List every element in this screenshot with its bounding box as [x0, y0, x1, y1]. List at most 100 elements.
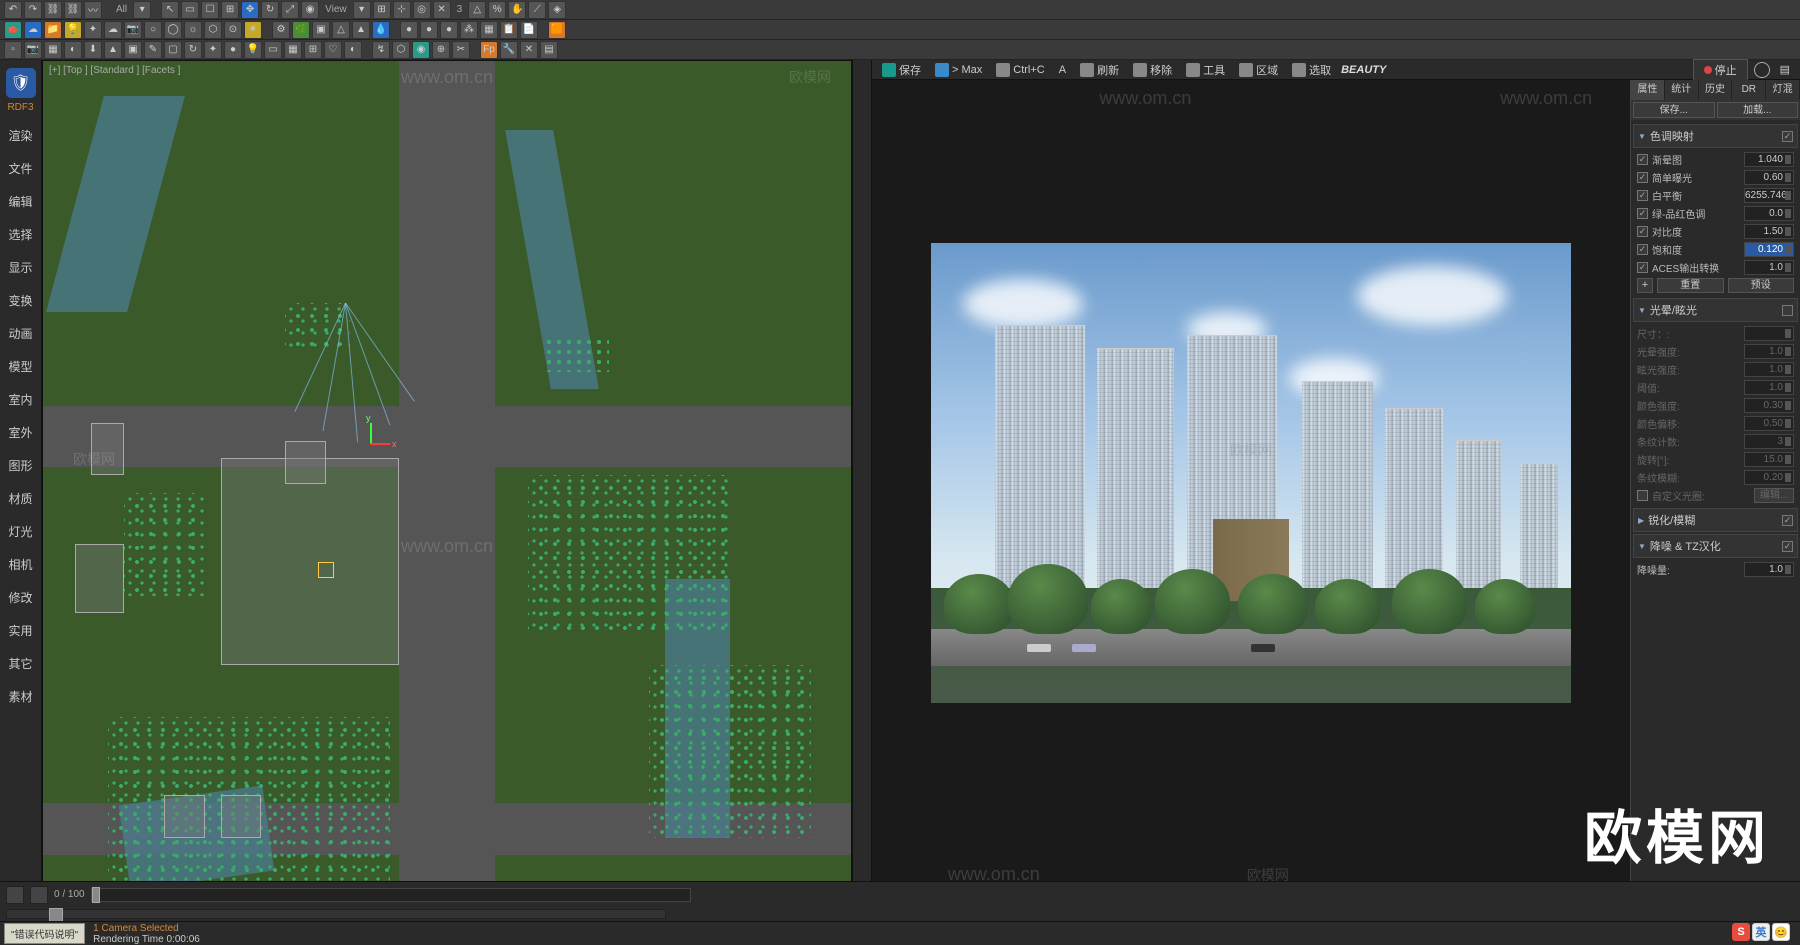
tb3-25[interactable]: ✕: [520, 41, 538, 59]
tb-rotate[interactable]: ↻: [261, 1, 279, 19]
tb-doc-icon[interactable]: 📄: [520, 21, 538, 39]
sidebar-item-camera[interactable]: 相机: [0, 548, 41, 581]
rt-save[interactable]: 保存: [878, 62, 925, 78]
checkbox[interactable]: [1637, 190, 1648, 201]
spinner[interactable]: 0.20: [1744, 470, 1794, 485]
tb3-fp[interactable]: Fp: [480, 41, 498, 59]
rollout-colormapping[interactable]: ▼ 色调映射: [1633, 124, 1798, 148]
spinner[interactable]: 15.0: [1744, 452, 1794, 467]
props-tab-attr[interactable]: 属性: [1631, 80, 1665, 100]
tb-water-icon[interactable]: 💧: [372, 21, 390, 39]
tb-sun-icon[interactable]: ☀: [244, 21, 262, 39]
tb-sphere-g[interactable]: ●: [420, 21, 438, 39]
tb-all-label[interactable]: All: [112, 4, 131, 15]
props-tab-stats[interactable]: 统计: [1665, 80, 1699, 100]
tb3-20[interactable]: ⬡: [392, 41, 410, 59]
add-button[interactable]: +: [1637, 278, 1653, 293]
rollout-checkbox[interactable]: [1782, 305, 1793, 316]
viewport-top[interactable]: [+] [Top ] [Standard ] [Facets ]: [42, 60, 852, 925]
tb-link[interactable]: ⛓: [44, 1, 62, 19]
checkbox[interactable]: [1637, 244, 1648, 255]
tb-axis[interactable]: ⊹: [393, 1, 411, 19]
timeline-marker[interactable]: [92, 887, 100, 903]
error-code-button[interactable]: "错误代码说明": [4, 923, 85, 944]
shield-icon[interactable]: [6, 68, 36, 98]
tb-center[interactable]: ◎: [413, 1, 431, 19]
tb-camera-icon[interactable]: 📷: [124, 21, 142, 39]
tb-sphere-b[interactable]: ●: [440, 21, 458, 39]
checkbox[interactable]: [1637, 208, 1648, 219]
checkbox[interactable]: [1637, 490, 1648, 501]
rollout-sharpen[interactable]: ▶ 锐化/模糊: [1633, 508, 1798, 532]
checkbox[interactable]: [1637, 226, 1648, 237]
tb3-10[interactable]: ↻: [184, 41, 202, 59]
tb-select-win[interactable]: ☐: [201, 1, 219, 19]
tb-rgb-icon[interactable]: ⁂: [460, 21, 478, 39]
tb-edge[interactable]: ⟋: [528, 1, 546, 19]
tb-three[interactable]: 3: [453, 4, 467, 15]
tb3-16[interactable]: ⊞: [304, 41, 322, 59]
tb3-22[interactable]: ⊕: [432, 41, 450, 59]
sidebar-item-shape[interactable]: 图形: [0, 449, 41, 482]
tb-light2-icon[interactable]: ✦: [84, 21, 102, 39]
tb3-26[interactable]: ▤: [540, 41, 558, 59]
tb3-17[interactable]: ♡: [324, 41, 342, 59]
rt-tools[interactable]: 工具: [1182, 62, 1229, 78]
sidebar-item-interior[interactable]: 室内: [0, 383, 41, 416]
spinner[interactable]: 0.0: [1744, 206, 1794, 221]
rt-an[interactable]: A: [1055, 64, 1070, 76]
rollout-checkbox[interactable]: [1782, 541, 1793, 552]
tb-obj2[interactable]: ◯: [164, 21, 182, 39]
spinner[interactable]: 1.0: [1744, 562, 1794, 577]
rt-ctrlc[interactable]: Ctrl+C: [992, 63, 1048, 77]
rt-refresh[interactable]: 刷新: [1076, 62, 1123, 78]
tb-box-icon[interactable]: ▣: [312, 21, 330, 39]
sidebar-item-display[interactable]: 显示: [0, 251, 41, 284]
timeline-prev[interactable]: [6, 886, 24, 904]
tb-grass-icon[interactable]: 🌿: [292, 21, 310, 39]
spinner[interactable]: [1744, 326, 1794, 341]
spinner[interactable]: 0.60: [1744, 170, 1794, 185]
sidebar-item-transform[interactable]: 变换: [0, 284, 41, 317]
tb-grid[interactable]: ⊞: [373, 1, 391, 19]
tb-snap[interactable]: ✕: [433, 1, 451, 19]
tb3-12[interactable]: ●: [224, 41, 242, 59]
tb-angle[interactable]: △: [468, 1, 486, 19]
tb-light-icon[interactable]: 💡: [64, 21, 82, 39]
sidebar-item-modify[interactable]: 修改: [0, 581, 41, 614]
viewport-divider[interactable]: [852, 60, 872, 925]
sidebar-item-edit[interactable]: 编辑: [0, 185, 41, 218]
tb3-13[interactable]: 💡: [244, 41, 262, 59]
spinner[interactable]: 0.120: [1744, 242, 1794, 257]
rollout-checkbox[interactable]: [1782, 131, 1793, 142]
spinner[interactable]: 1.0: [1744, 344, 1794, 359]
props-scroll[interactable]: ▼ 色调映射 渐晕图1.040 简单曝光0.60 白平衡6255.746 绿-品…: [1631, 120, 1800, 925]
tb-select-cross[interactable]: ⊞: [221, 1, 239, 19]
tb-tri-icon[interactable]: △: [332, 21, 350, 39]
props-tab-history[interactable]: 历史: [1699, 80, 1733, 100]
time-slider-thumb[interactable]: [49, 908, 63, 922]
tb-obj3[interactable]: ☼: [184, 21, 202, 39]
ime-lang-icon[interactable]: 英: [1752, 923, 1770, 941]
tb-select-arrow[interactable]: ↖: [161, 1, 179, 19]
tb-checker-icon[interactable]: ▦: [480, 21, 498, 39]
tb-dropdown[interactable]: ▾: [133, 1, 151, 19]
edit-button[interactable]: 编辑...: [1754, 488, 1794, 503]
tb-wave[interactable]: 〰: [84, 1, 102, 19]
rt-move[interactable]: 移除: [1129, 62, 1176, 78]
tb-dropdown2[interactable]: ▾: [353, 1, 371, 19]
spinner[interactable]: 0.30: [1744, 398, 1794, 413]
sidebar-item-select[interactable]: 选择: [0, 218, 41, 251]
props-load-btn[interactable]: 加载...: [1717, 102, 1799, 118]
tb3-8[interactable]: ✎: [144, 41, 162, 59]
checkbox[interactable]: [1637, 154, 1648, 165]
sidebar-item-light[interactable]: 灯光: [0, 515, 41, 548]
spinner[interactable]: 1.040: [1744, 152, 1794, 167]
props-save-btn[interactable]: 保存...: [1633, 102, 1715, 118]
tb-sky-icon[interactable]: ☁: [24, 21, 42, 39]
ime-emoji-icon[interactable]: 😊: [1772, 923, 1790, 941]
sidebar-item-anim[interactable]: 动画: [0, 317, 41, 350]
spinner[interactable]: 0.50: [1744, 416, 1794, 431]
spinner[interactable]: 1.0: [1744, 260, 1794, 275]
tb3-3[interactable]: ▦: [44, 41, 62, 59]
